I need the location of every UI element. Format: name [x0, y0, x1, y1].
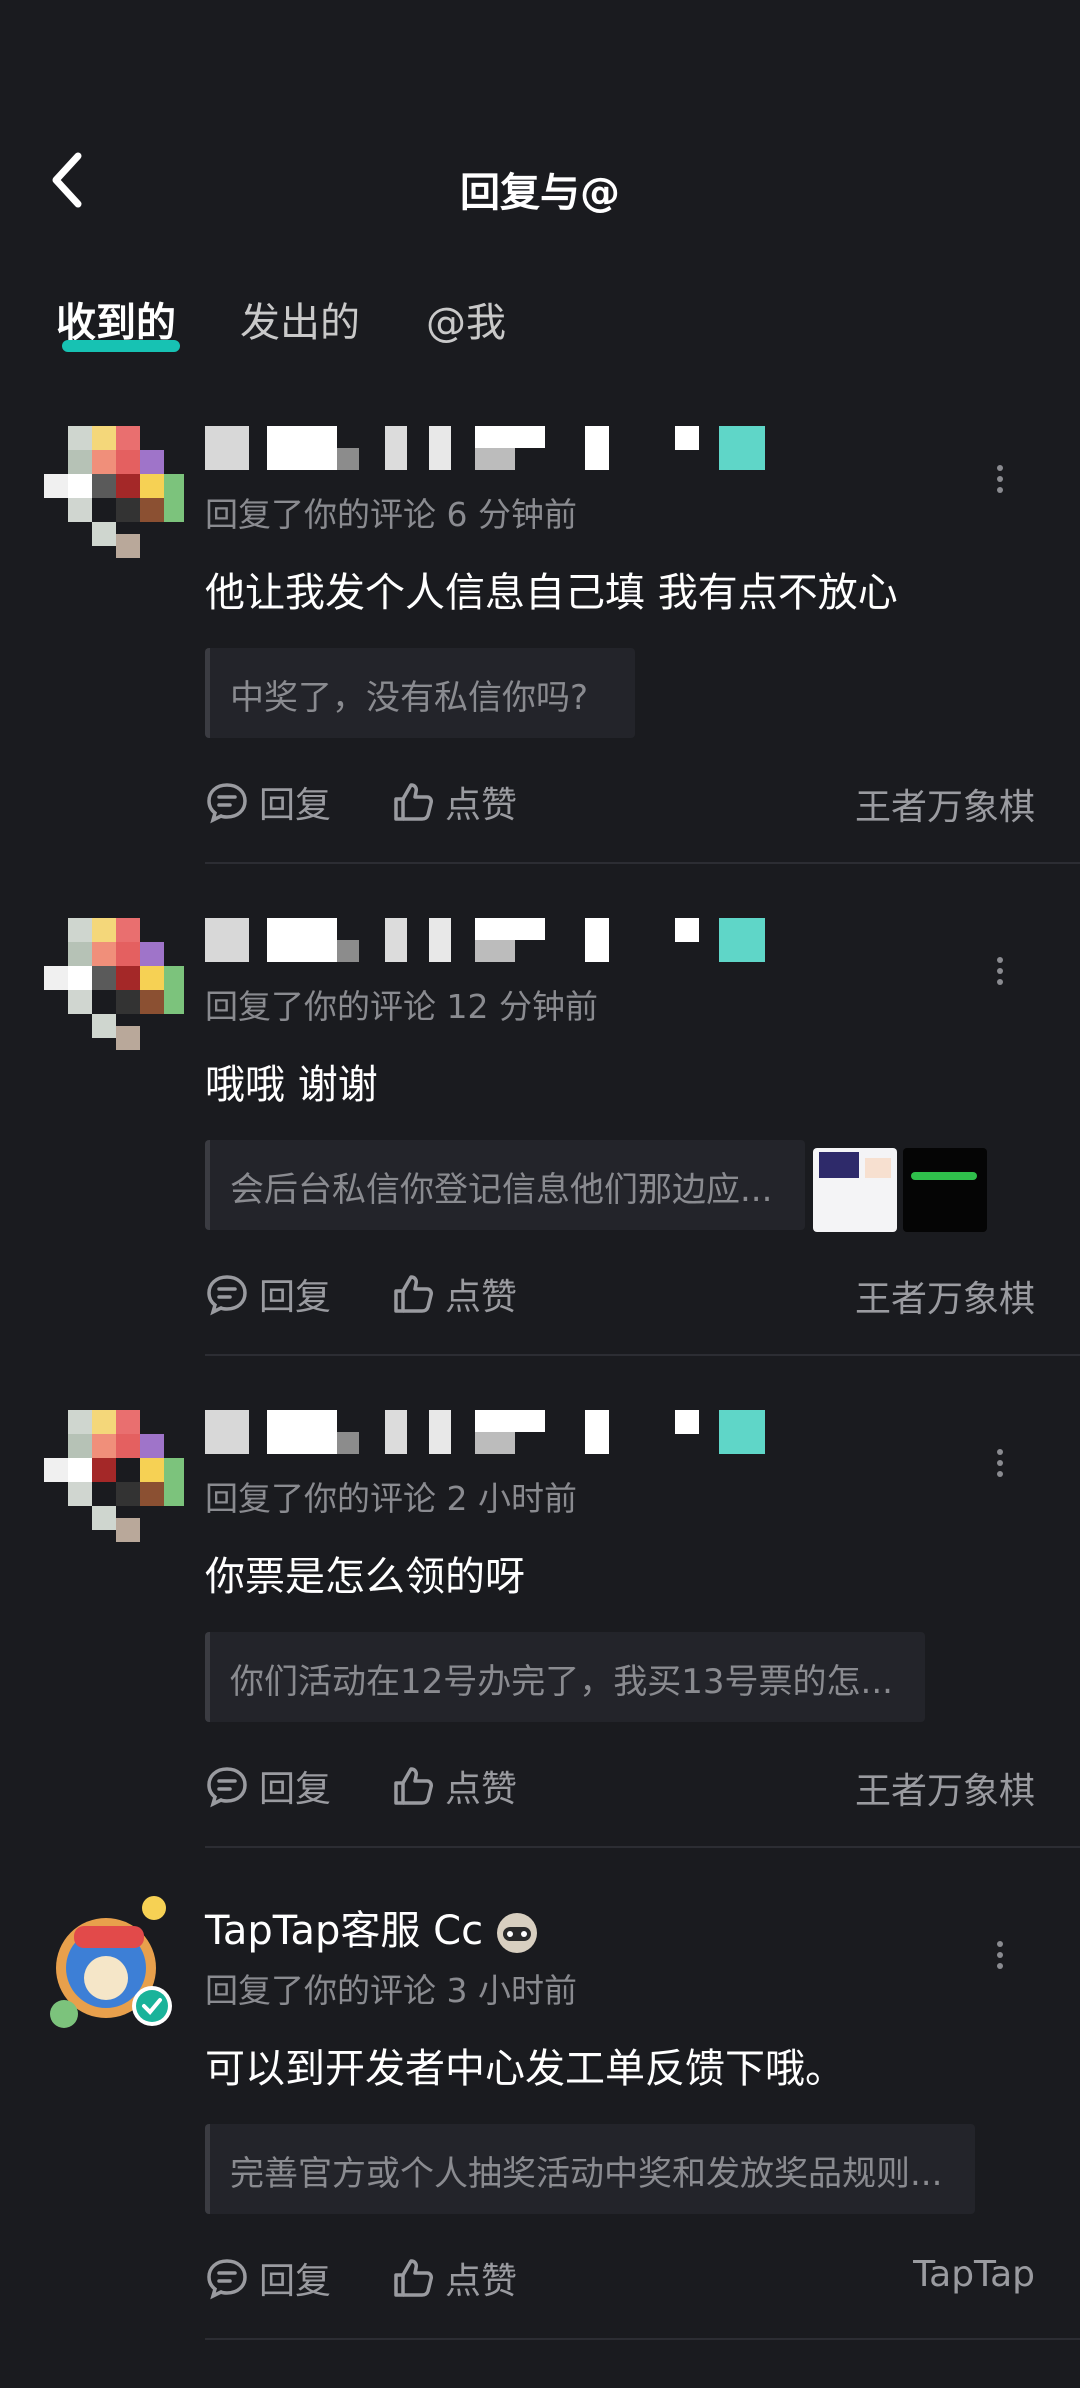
- tab-mentions[interactable]: @我: [426, 290, 506, 348]
- divider: [205, 862, 1080, 864]
- page-title: 回复与@: [460, 170, 620, 216]
- user-name[interactable]: [205, 912, 805, 982]
- comment-meta: 回复了你的评论 6 分钟前: [205, 495, 577, 534]
- thumbs-up-icon: [394, 783, 433, 821]
- comment-meta: 回复了你的评论 12 分钟前: [205, 987, 598, 1026]
- tab-sent[interactable]: 发出的: [240, 290, 360, 348]
- attached-image-thumbnail[interactable]: [903, 1148, 987, 1232]
- comment-actions: 回复 点赞 王者万象棋: [205, 1264, 1035, 1324]
- game-tag[interactable]: 王者万象棋: [855, 778, 1035, 830]
- avatar[interactable]: [44, 1896, 184, 2036]
- comment-text: 哦哦 谢谢: [205, 1062, 378, 1108]
- thumbs-up-icon: [394, 1275, 433, 1313]
- like-button[interactable]: 点赞: [391, 772, 517, 832]
- comment-item[interactable]: 回复了你的评论 12 分钟前 哦哦 谢谢 会后台私信你登记信息他们那边应... …: [0, 912, 1080, 1404]
- comment-actions: 回复 点赞 王者万象棋: [205, 1756, 1035, 1816]
- like-button[interactable]: 点赞: [391, 1264, 517, 1324]
- quoted-comment[interactable]: 你们活动在12号办完了，我买13号票的怎...: [205, 1632, 925, 1722]
- comment-text: 可以到开发者中心发工单反馈下哦。: [205, 2046, 845, 2092]
- reply-icon: [207, 2259, 247, 2300]
- game-tag[interactable]: 王者万象棋: [855, 1762, 1035, 1814]
- tab-bar: 收到的 发出的 @我: [0, 290, 1080, 370]
- avatar[interactable]: [44, 420, 184, 560]
- reply-icon: [207, 783, 247, 824]
- thumbs-up-icon: [394, 2259, 433, 2297]
- divider: [205, 1354, 1080, 1356]
- more-options-icon[interactable]: [990, 460, 1010, 520]
- comment-item[interactable]: 回复了你的评论 6 分钟前 他让我发个人信息自己填 我有点不放心 中奖了，没有私…: [0, 420, 1080, 912]
- quoted-comment[interactable]: 完善官方或个人抽奖活动中奖和发放奖品规则...: [205, 2124, 975, 2214]
- quoted-comment[interactable]: 会后台私信你登记信息他们那边应...: [205, 1140, 805, 1230]
- reply-button[interactable]: 回复: [205, 2248, 331, 2308]
- reply-button[interactable]: 回复: [205, 1264, 331, 1324]
- reply-button[interactable]: 回复: [205, 1756, 331, 1816]
- more-options-icon[interactable]: [990, 952, 1010, 1012]
- more-options-icon[interactable]: [990, 1444, 1010, 1504]
- comment-actions: 回复 点赞 TapTap: [205, 2248, 1035, 2308]
- thumbs-up-icon: [394, 1767, 433, 1805]
- comment-item[interactable]: TapTap客服 Cc 回复了你的评论 3 小时前 可以到开发者中心发工单反馈下…: [0, 1896, 1080, 2388]
- user-name[interactable]: TapTap客服 Cc: [205, 1896, 805, 1966]
- more-options-icon[interactable]: [990, 1936, 1010, 1996]
- user-name[interactable]: [205, 1404, 805, 1474]
- attached-image-thumbnail[interactable]: [813, 1148, 897, 1232]
- comment-actions: 回复 点赞 王者万象棋: [205, 772, 1035, 832]
- game-tag[interactable]: TapTap: [913, 2254, 1035, 2295]
- quoted-comment[interactable]: 中奖了，没有私信你吗?: [205, 648, 635, 738]
- comment-item[interactable]: 回复了你的评论 2 小时前 你票是怎么领的呀 你们活动在12号办完了，我买13号…: [0, 1404, 1080, 1896]
- divider: [205, 1846, 1080, 1848]
- like-button[interactable]: 点赞: [391, 2248, 517, 2308]
- comment-text: 你票是怎么领的呀: [205, 1554, 525, 1600]
- reply-button[interactable]: 回复: [205, 772, 331, 832]
- comment-meta: 回复了你的评论 2 小时前: [205, 1479, 577, 1518]
- reply-icon: [207, 1275, 247, 1316]
- reply-icon: [207, 1767, 247, 1808]
- active-tab-indicator: [62, 340, 180, 352]
- avatar[interactable]: [44, 1404, 184, 1544]
- game-tag[interactable]: 王者万象棋: [855, 1270, 1035, 1322]
- comment-text: 他让我发个人信息自己填 我有点不放心: [205, 570, 898, 616]
- comment-meta: 回复了你的评论 3 小时前: [205, 1971, 577, 2010]
- staff-badge-icon: [495, 1911, 539, 1955]
- user-name[interactable]: [205, 420, 805, 490]
- header: 回复与@: [0, 0, 1080, 280]
- divider: [205, 2338, 1080, 2340]
- avatar[interactable]: [44, 912, 184, 1052]
- like-button[interactable]: 点赞: [391, 1756, 517, 1816]
